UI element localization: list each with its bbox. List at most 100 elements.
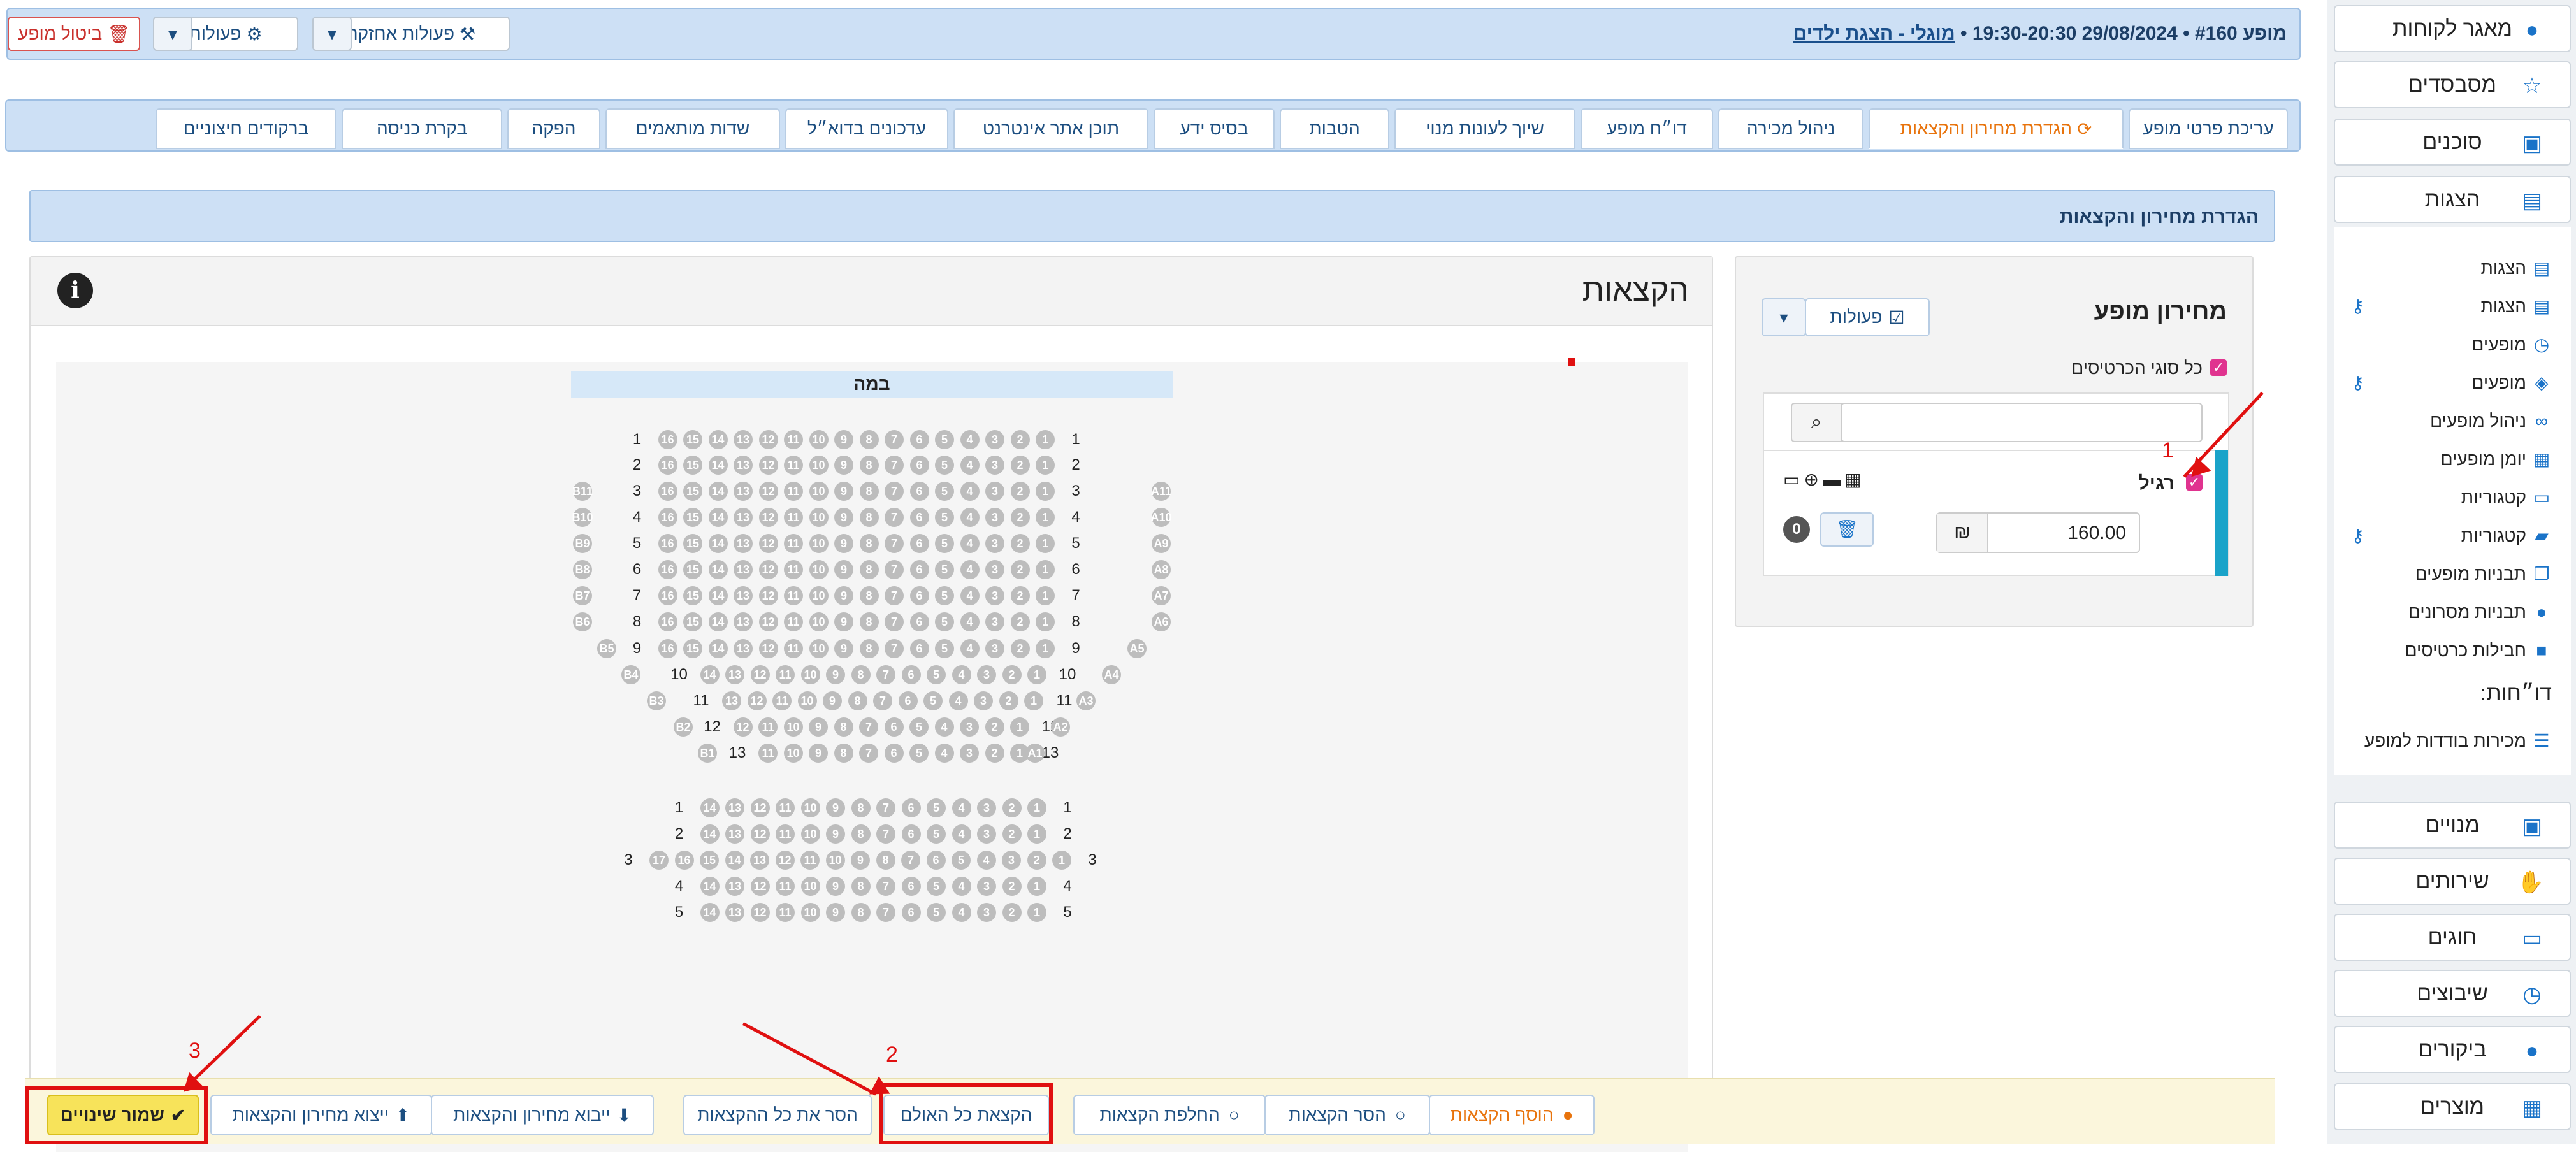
seat[interactable]: 7 (885, 482, 904, 501)
sidebar-item-agents[interactable]: ▣ סוכנים (2334, 119, 2571, 166)
seat[interactable]: 3 (985, 560, 1004, 579)
sidebar-sub-shows[interactable]: ▤ הצגות (2348, 256, 2552, 281)
seat[interactable]: 9 (826, 665, 845, 684)
seat[interactable]: 13 (750, 851, 769, 870)
seat[interactable]: 4 (960, 639, 980, 658)
seat[interactable]: B5 (597, 639, 616, 658)
seat[interactable]: 14 (708, 639, 728, 658)
seat[interactable]: 16 (658, 430, 677, 449)
seat[interactable]: 13 (734, 612, 753, 631)
seat[interactable]: 5 (935, 586, 954, 605)
seat[interactable]: 9 (826, 824, 845, 844)
seat[interactable]: 2 (1010, 586, 1030, 605)
seat[interactable]: 1 (1024, 691, 1043, 710)
seat[interactable]: 16 (658, 586, 677, 605)
seat[interactable]: 8 (834, 717, 853, 737)
seat[interactable]: 14 (708, 482, 728, 501)
seat[interactable]: 15 (683, 639, 702, 658)
seat[interactable]: 10 (809, 612, 829, 631)
seat[interactable]: 1 (1027, 877, 1046, 896)
seat[interactable]: 5 (923, 691, 943, 710)
seat[interactable]: 12 (733, 717, 753, 737)
seat[interactable]: 2 (1010, 639, 1030, 658)
sidebar-item-services[interactable]: ✋ שירותים (2334, 858, 2571, 905)
seat[interactable]: 9 (823, 691, 842, 710)
seat[interactable]: 10 (800, 903, 820, 922)
seat[interactable]: 7 (859, 744, 878, 763)
seat[interactable]: 8 (848, 691, 867, 710)
seat[interactable]: 5 (935, 508, 954, 527)
tab-external-barcodes[interactable]: ברקודים חיצוניים (156, 108, 336, 149)
seat[interactable]: 4 (934, 717, 954, 737)
seat[interactable]: 3 (985, 508, 1004, 527)
seat[interactable]: 1 (1027, 903, 1046, 922)
seat[interactable]: 16 (658, 560, 677, 579)
seat[interactable]: 3 (985, 612, 1004, 631)
seat[interactable]: 5 (927, 798, 946, 817)
sidebar-item-subsidizers[interactable]: ☆ מסבסדים (2334, 61, 2571, 108)
seat[interactable]: 10 (783, 717, 803, 737)
seat[interactable]: 6 (909, 456, 929, 475)
seat[interactable]: 13 (734, 482, 753, 501)
actions-dropdown-toggle[interactable]: ▾ (153, 17, 192, 51)
seat[interactable]: 6 (909, 639, 929, 658)
seat[interactable]: 6 (909, 586, 929, 605)
seat[interactable]: 13 (734, 456, 753, 475)
seat[interactable]: 1 (1036, 430, 1055, 449)
seat[interactable]: 7 (901, 851, 920, 870)
seat[interactable]: 9 (834, 430, 853, 449)
sidebar-item-classes[interactable]: ▭ חוגים (2334, 914, 2571, 961)
seat[interactable]: A2 (1051, 717, 1070, 737)
seat[interactable]: B8 (573, 560, 592, 579)
seat[interactable]: 9 (834, 560, 853, 579)
seat[interactable]: 8 (851, 903, 871, 922)
seat[interactable]: 6 (909, 508, 929, 527)
seat[interactable]: 8 (859, 430, 879, 449)
seat[interactable]: 14 (725, 851, 744, 870)
seat[interactable]: 15 (683, 508, 702, 527)
seat[interactable]: B2 (674, 717, 693, 737)
seat[interactable]: 12 (758, 430, 778, 449)
seat[interactable]: 5 (935, 534, 954, 553)
seat[interactable]: 8 (859, 612, 879, 631)
seat[interactable]: 6 (901, 877, 921, 896)
seat[interactable]: 14 (700, 824, 720, 844)
seat[interactable]: 12 (758, 612, 778, 631)
seat[interactable]: 1 (1010, 717, 1029, 737)
seat[interactable]: 9 (834, 639, 853, 658)
seat[interactable]: 12 (750, 665, 770, 684)
ticket-search-input[interactable] (1841, 403, 2203, 442)
tab-subscription-seasons[interactable]: שיוך לעונות מנוי (1394, 108, 1575, 149)
seat[interactable]: 8 (851, 877, 871, 896)
seat[interactable]: 15 (683, 586, 702, 605)
seat[interactable]: 8 (859, 586, 879, 605)
seat[interactable]: 3 (977, 903, 996, 922)
seat[interactable]: 13 (734, 430, 753, 449)
seat[interactable]: 6 (901, 824, 921, 844)
sidebar-sub-categories[interactable]: ▭ קטגוריות (2348, 485, 2552, 510)
seat[interactable]: 3 (985, 586, 1004, 605)
seat[interactable]: 10 (809, 534, 829, 553)
seat[interactable]: 4 (952, 903, 971, 922)
seat[interactable]: 1 (1036, 456, 1055, 475)
seat[interactable]: A6 (1152, 612, 1171, 631)
seat[interactable]: B11 (572, 482, 593, 501)
seat[interactable]: 10 (809, 456, 829, 475)
seat[interactable]: 12 (758, 534, 778, 553)
seat[interactable]: 9 (826, 903, 845, 922)
seat[interactable]: 2 (1010, 482, 1030, 501)
seat[interactable]: 16 (674, 851, 694, 870)
seat[interactable]: 12 (758, 482, 778, 501)
sidebar-item-subscriptions[interactable]: ▣ מנויים (2334, 802, 2571, 849)
seat[interactable]: 10 (809, 482, 829, 501)
seat[interactable]: 10 (800, 877, 820, 896)
tab-knowledge-base[interactable]: בסיס ידע (1154, 108, 1275, 149)
seat[interactable]: 11 (784, 534, 803, 553)
seat[interactable]: 3 (977, 798, 996, 817)
seat[interactable]: 9 (834, 482, 853, 501)
seat[interactable]: 4 (960, 482, 980, 501)
seat[interactable]: 7 (885, 612, 904, 631)
sidebar-sub-single-sales-report[interactable]: ☰ מכירות בודדות למופע (2348, 728, 2552, 754)
delete-ticket-type-button[interactable]: 🗑 (1820, 512, 1874, 547)
seat[interactable]: 10 (825, 851, 845, 870)
